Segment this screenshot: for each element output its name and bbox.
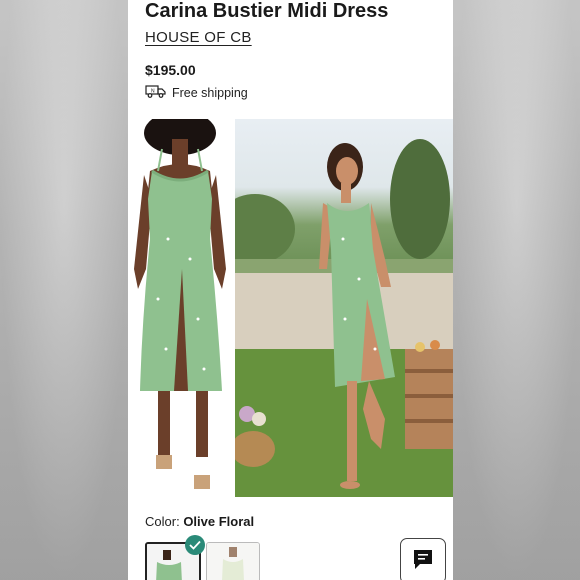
color-value: Olive Floral: [183, 514, 255, 529]
color-label: Color:: [145, 514, 180, 529]
blurred-background-left: [0, 0, 128, 580]
svg-text:N: N: [151, 89, 155, 95]
product-price: $195.00: [145, 62, 196, 78]
product-photo-lifestyle[interactable]: [235, 119, 453, 497]
chat-bubble-icon: [412, 548, 434, 575]
product-photo-studio[interactable]: [128, 119, 232, 497]
product-card: Carina Bustier Midi Dress HOUSE OF CB $1…: [128, 0, 453, 580]
shipping-info: N Free shipping: [145, 84, 248, 101]
color-selector-label: Color: Olive Floral: [145, 514, 254, 529]
chat-button[interactable]: [400, 538, 446, 580]
shipping-label: Free shipping: [172, 85, 248, 100]
delivery-truck-icon: N: [145, 84, 167, 101]
checkmark-icon: [185, 535, 205, 555]
brand-link[interactable]: HOUSE OF CB: [145, 29, 252, 46]
blurred-background-right: [453, 0, 580, 580]
product-title: Carina Bustier Midi Dress: [145, 0, 389, 22]
product-gallery[interactable]: [128, 119, 453, 497]
color-swatch-alternate[interactable]: [206, 542, 260, 580]
